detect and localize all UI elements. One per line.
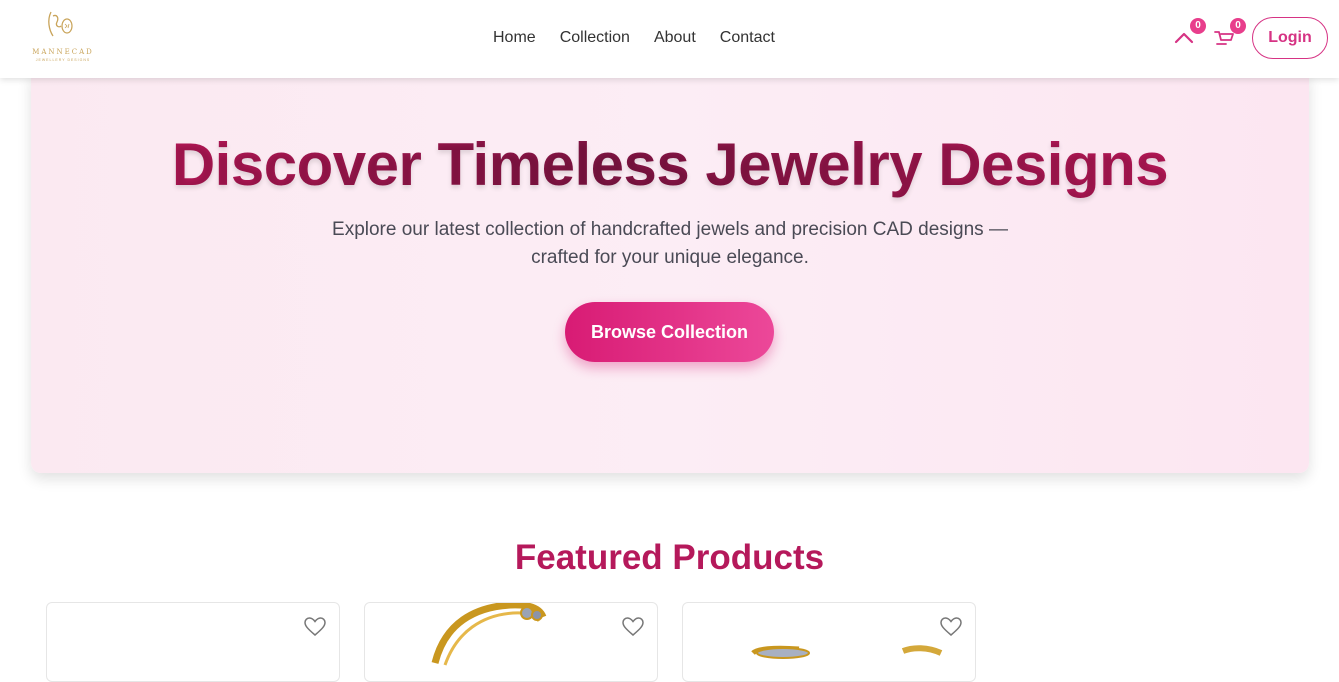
login-button[interactable]: Login (1252, 17, 1328, 59)
product-card[interactable] (364, 602, 658, 682)
heart-icon[interactable] (304, 617, 326, 637)
hero-banner: Discover Timeless Jewelry Designs Explor… (31, 72, 1309, 473)
cart-count-badge: 0 (1230, 18, 1246, 34)
gold-diamond-ring-image (751, 645, 943, 659)
brand-logo[interactable]: MANNECAD JEWELLERY DESIGNS (27, 10, 99, 66)
cart-button[interactable]: 0 (1214, 18, 1246, 50)
logo-text: MANNECAD (32, 48, 94, 56)
nav-links: Home Collection About Contact (493, 29, 775, 47)
logo-subtext: JEWELLERY DESIGNS (35, 58, 91, 62)
wishlist-button[interactable]: 0 (1174, 18, 1206, 50)
nav-link-collection[interactable]: Collection (560, 29, 630, 47)
nav-link-about[interactable]: About (654, 29, 696, 47)
nav-link-contact[interactable]: Contact (720, 29, 775, 47)
hero-subtitle: Explore our latest collection of handcra… (332, 219, 1008, 268)
nav-link-home[interactable]: Home (493, 29, 536, 47)
featured-products-title: Featured Products (514, 538, 825, 577)
wishlist-count-badge: 0 (1190, 18, 1206, 34)
logo-figure-icon (48, 11, 73, 37)
heart-icon[interactable] (940, 617, 962, 637)
browse-collection-button[interactable]: Browse Collection (565, 302, 774, 362)
product-card[interactable] (46, 602, 340, 682)
heart-icon[interactable] (622, 617, 644, 637)
navbar: MANNECAD JEWELLERY DESIGNS Home Collecti… (0, 0, 1339, 78)
product-card[interactable] (682, 602, 976, 682)
chevron-up-icon (1174, 32, 1194, 44)
gold-ring-image (431, 603, 547, 666)
hero-title: Discover Timeless Jewelry Designs (31, 130, 1309, 199)
